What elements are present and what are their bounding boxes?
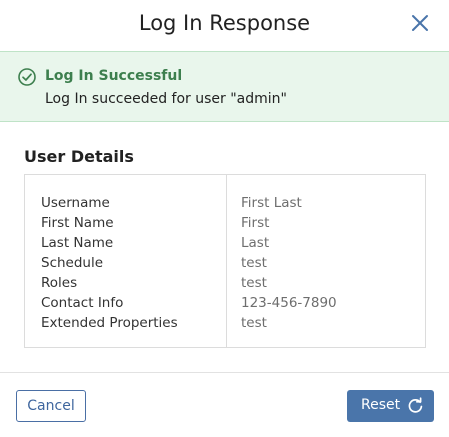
- detail-label-extended-properties: Extended Properties: [41, 315, 178, 331]
- user-details-table: Username First Name Last Name Schedule R…: [24, 174, 426, 348]
- reset-button[interactable]: Reset: [347, 390, 434, 422]
- close-button[interactable]: [409, 12, 431, 34]
- alert-message: Log In succeeded for user "admin": [45, 91, 287, 107]
- reset-button-label: Reset: [361, 397, 401, 413]
- detail-labels: Username First Name Last Name Schedule R…: [41, 193, 178, 333]
- user-details-heading: User Details: [24, 147, 134, 166]
- column-divider: [226, 175, 227, 347]
- detail-value-last-name: Last: [241, 235, 270, 251]
- detail-value-first-name: First: [241, 215, 270, 231]
- check-circle-icon: [17, 67, 37, 87]
- dialog-title: Log In Response: [138, 11, 311, 35]
- detail-value-roles: test: [241, 275, 267, 291]
- detail-label-schedule: Schedule: [41, 255, 104, 271]
- detail-value-username: First Last: [241, 195, 302, 211]
- detail-label-first-name: First Name: [41, 215, 114, 231]
- dialog-header: Log In Response: [0, 0, 449, 50]
- detail-label-last-name: Last Name: [41, 235, 114, 251]
- close-icon: [412, 15, 428, 31]
- detail-label-username: Username: [41, 195, 110, 211]
- log-in-response-dialog: Log In Response Log In Successful Log In…: [0, 0, 449, 437]
- success-alert: Log In Successful Log In succeeded for u…: [0, 51, 449, 122]
- detail-value-extended-properties: test: [241, 315, 267, 331]
- refresh-icon: [407, 397, 424, 414]
- detail-label-contact-info: Contact Info: [41, 295, 124, 311]
- detail-value-contact-info: 123-456-7890: [241, 295, 337, 311]
- detail-values: First Last First Last test test 123-456-…: [241, 193, 337, 333]
- footer-divider: [0, 372, 449, 373]
- alert-title: Log In Successful: [45, 68, 183, 84]
- detail-label-roles: Roles: [41, 275, 78, 291]
- detail-value-schedule: test: [241, 255, 267, 271]
- cancel-button[interactable]: Cancel: [16, 390, 86, 422]
